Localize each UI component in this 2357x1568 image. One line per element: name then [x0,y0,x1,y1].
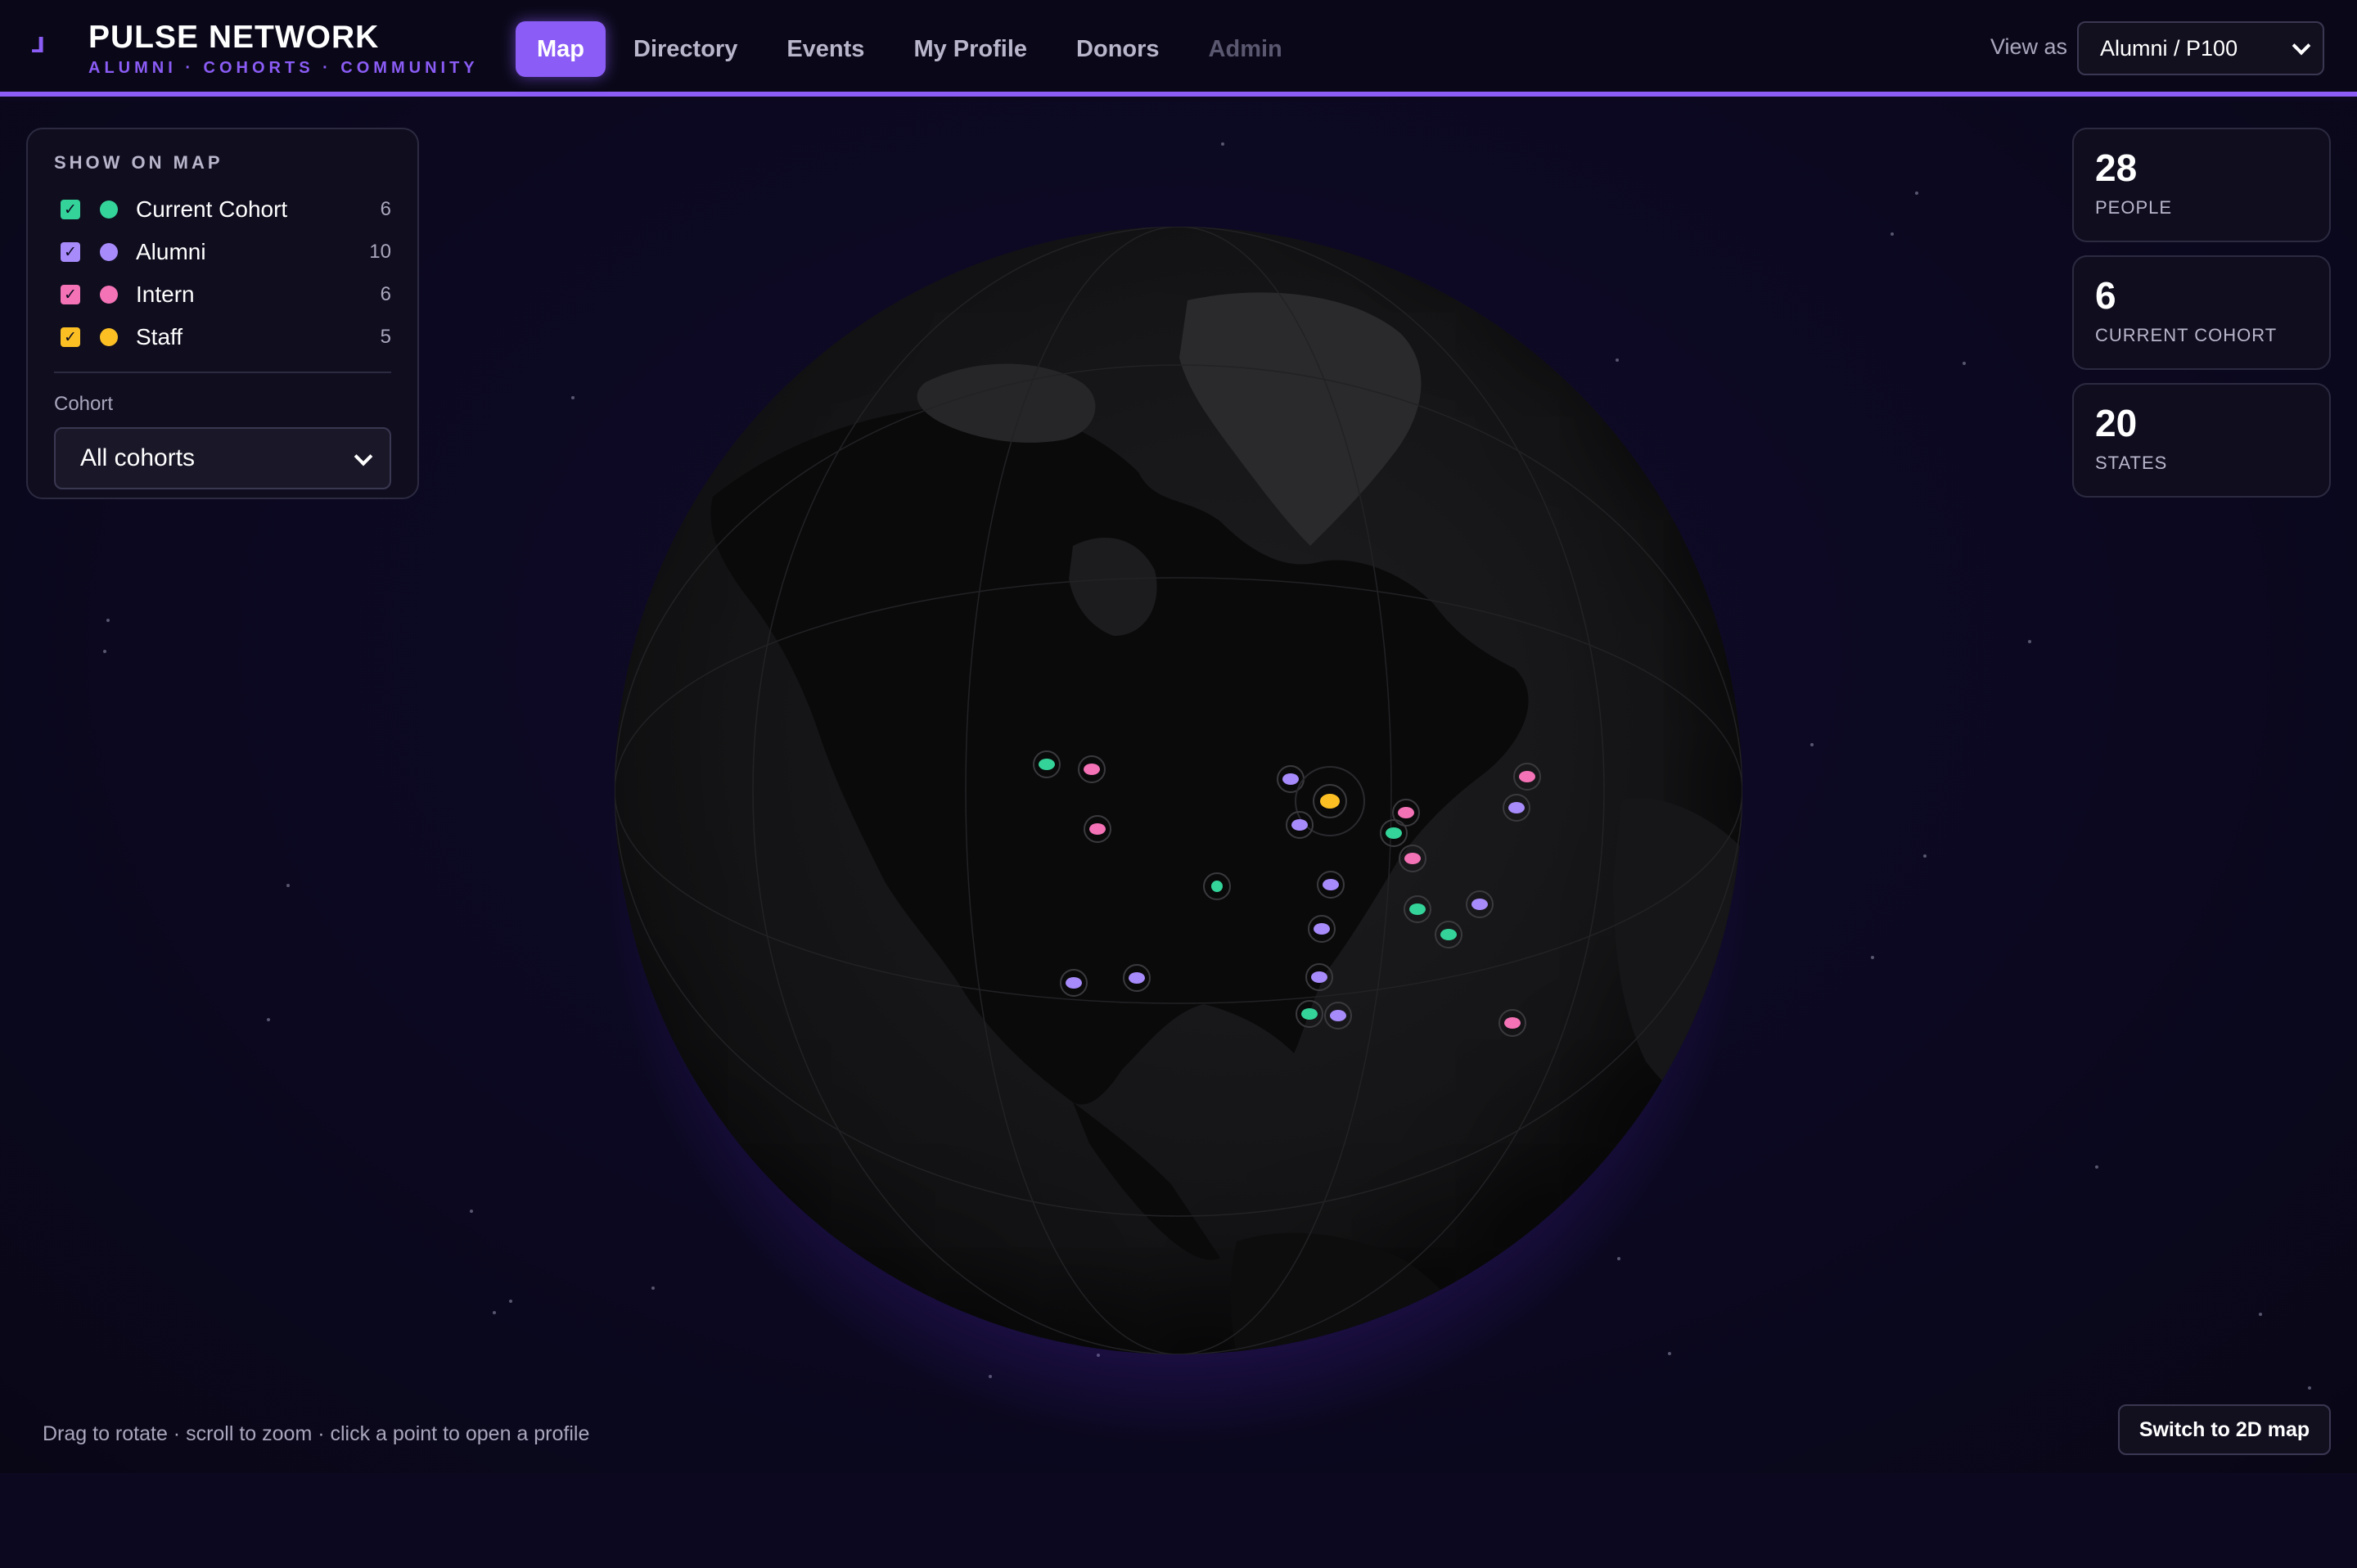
landmass-south-america [1230,1232,1482,1354]
stat-card-states: 20 STATES [2072,383,2331,498]
intern-dot [100,286,118,304]
check-icon[interactable]: ✓ [61,285,80,304]
switch-2d-map-button[interactable]: Switch to 2D map [2118,1404,2331,1455]
star [493,1311,496,1314]
star [1891,232,1894,236]
cohort-select-value: All cohorts [80,444,196,471]
star [267,1018,270,1021]
main-nav: Map Directory Events My Profile Donors A… [516,21,1310,77]
map-marker[interactable]: Intern [1498,1009,1526,1037]
star [1915,191,1918,195]
star [1963,362,1966,365]
landmass-africa-edge [1613,798,1742,1127]
star [509,1300,512,1303]
landmass-north-america [710,405,1529,1105]
nav-donors[interactable]: Donors [1055,21,1181,77]
landmass-central-america [1073,1102,1220,1260]
stat-label: STATES [2095,452,2168,473]
stat-label: CURRENT COHORT [2095,324,2278,345]
filter-intern[interactable]: ✓ Intern 6 [54,273,391,316]
view-as-label: View as [1990,34,2068,59]
chevron-down-icon [2292,36,2311,56]
star [1221,142,1224,146]
filter-count: 5 [380,326,391,348]
filter-label: Intern [136,282,195,307]
filter-label: Staff [136,324,183,349]
alumni-dot [100,243,118,261]
nav-my-profile[interactable]: My Profile [892,21,1048,77]
nav-events[interactable]: Events [765,21,886,77]
star [286,884,290,887]
stat-value: 28 [2095,146,2138,189]
panel-divider [54,372,391,373]
stat-value: 20 [2095,402,2138,444]
star [1923,854,1927,858]
filter-label: Alumni [136,239,206,264]
filter-count: 10 [369,241,391,263]
top-nav-bar: ⅃ PULSE NETWORK ALUMNI · COHORTS · COMMU… [0,0,2357,97]
chevron-down-icon [354,447,373,466]
star [571,396,575,399]
filter-staff[interactable]: ✓ Staff 5 [54,316,391,358]
filter-alumni[interactable]: ✓ Alumni 10 [54,231,391,273]
map-marker[interactable]: Current Cohort [1435,921,1462,948]
star [1871,956,1874,959]
map-marker[interactable]: Intern [1513,763,1541,791]
filter-panel: SHOW ON MAP ✓ Current Cohort 6 ✓ Alumni … [26,128,419,499]
filter-label: Current Cohort [136,196,288,222]
map-marker[interactable]: Intern [1399,845,1426,872]
map-marker[interactable]: Alumni [1503,794,1530,822]
check-icon[interactable]: ✓ [61,200,80,219]
staff-dot [100,328,118,346]
nav-map[interactable]: Map [516,21,606,77]
star [103,650,106,653]
star [2308,1386,2311,1390]
check-icon[interactable]: ✓ [61,242,80,262]
view-as-value: Alumni / P100 [2100,35,2238,61]
map-marker[interactable]: Alumni [1324,1002,1352,1030]
filter-panel-title: SHOW ON MAP [54,152,223,173]
filter-current-cohort[interactable]: ✓ Current Cohort 6 [54,188,391,231]
stat-label: PEOPLE [2095,196,2173,218]
star [2095,1165,2098,1169]
stat-card-people: 28 PEOPLE [2072,128,2331,242]
filter-count: 6 [380,283,391,305]
globe[interactable]: Current Cohort Intern Intern Alumni Staf… [615,227,1742,1354]
nav-admin: Admin [1208,35,1282,62]
star [470,1210,473,1213]
stat-value: 6 [2095,274,2116,317]
check-icon[interactable]: ✓ [61,327,80,347]
star [106,619,110,622]
stat-card-current-cohort: 6 CURRENT COHORT [2072,255,2331,370]
star [2259,1313,2262,1316]
star [2028,640,2031,643]
current-cohort-dot [100,201,118,219]
map-marker[interactable]: Current Cohort [1404,895,1431,923]
map-marker[interactable]: Alumni [1466,890,1494,918]
brand-title[interactable]: PULSE NETWORK [88,20,379,56]
pulse-logo-icon[interactable]: ⅃ [31,34,49,56]
nav-directory[interactable]: Directory [612,21,759,77]
filter-count: 6 [380,198,391,220]
landmass-greenland [1179,292,1422,546]
cohort-label: Cohort [54,393,114,415]
cohort-select[interactable]: All cohorts [54,427,391,489]
globe-landmass-svg: Current Cohort Intern Intern Alumni Staf… [615,227,1742,1354]
interaction-hint: Drag to rotate · scroll to zoom · click … [43,1422,590,1445]
brand-subtitle: ALUMNI · COHORTS · COMMUNITY [88,59,479,77]
view-as-select[interactable]: Alumni / P100 [2077,21,2324,75]
